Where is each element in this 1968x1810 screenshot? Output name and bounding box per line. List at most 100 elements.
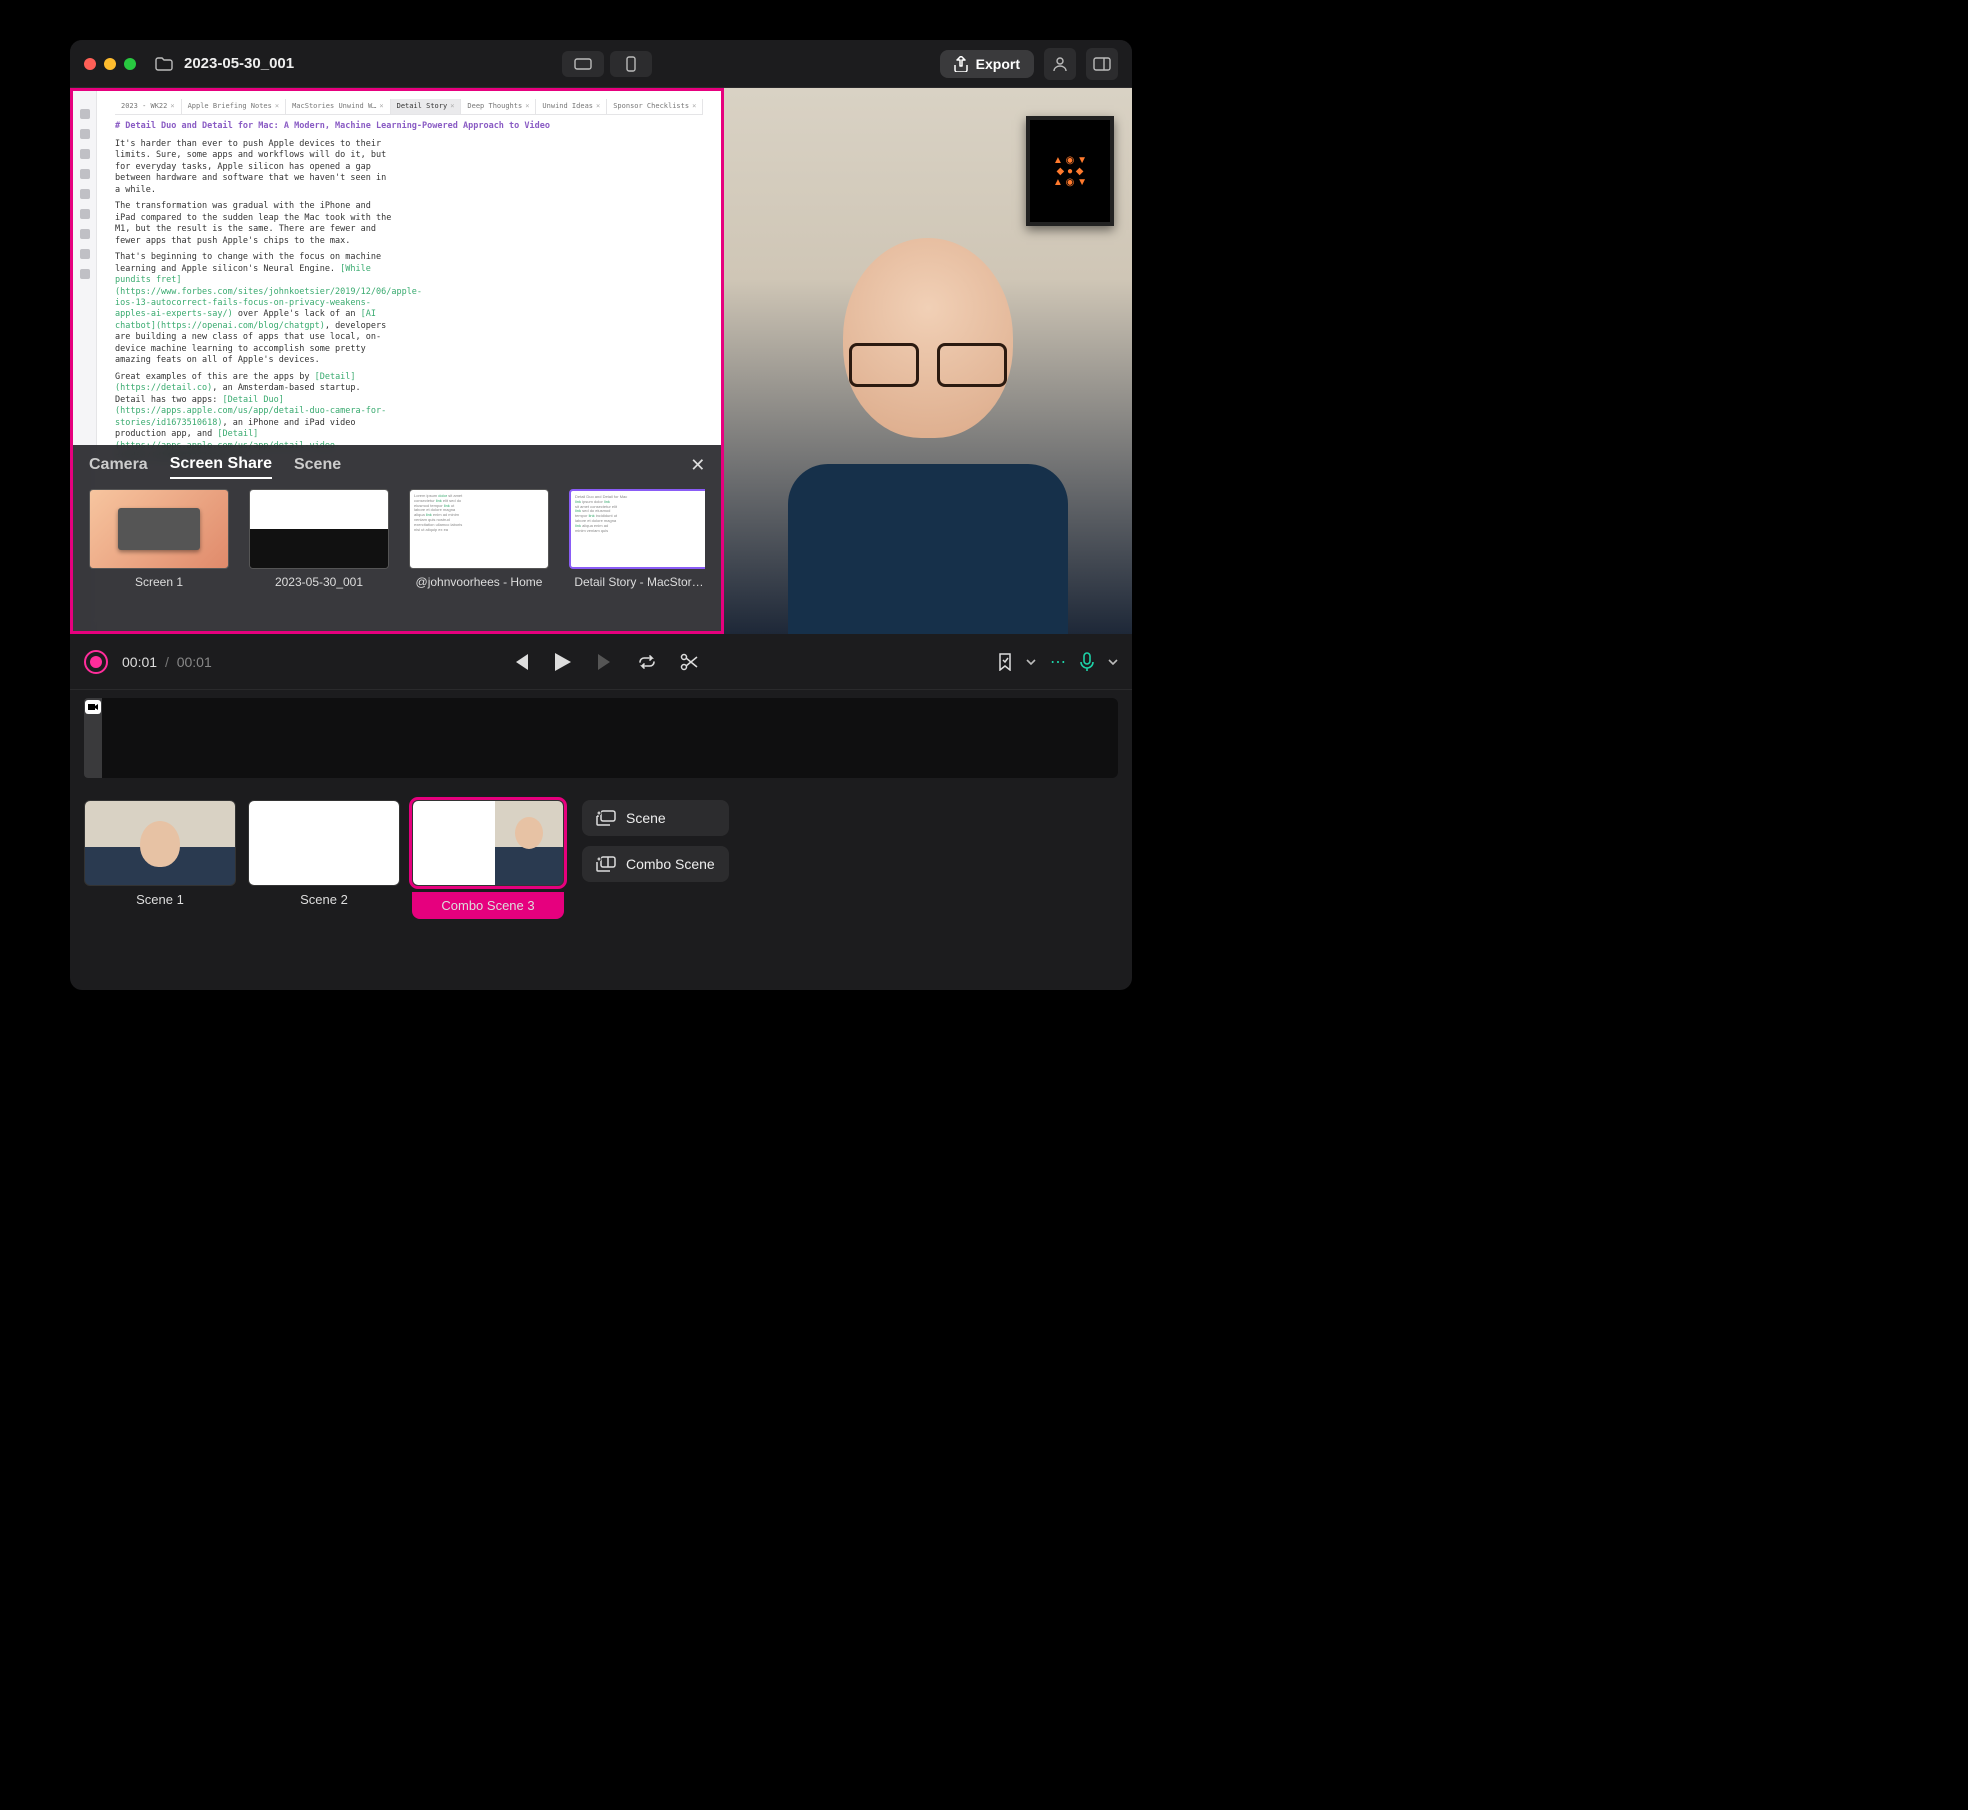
add-scene-icon <box>596 810 616 826</box>
doc-tab: MacStories Unwind W…× <box>286 99 391 114</box>
doc-paragraph: The transformation was gradual with the … <box>115 201 395 247</box>
current-time: 00:01 <box>122 654 157 670</box>
close-source-picker-button[interactable]: ✕ <box>690 455 705 476</box>
microphone-icon <box>1080 652 1094 672</box>
scissors-icon <box>680 653 698 671</box>
sidebar-toggle-button[interactable] <box>1086 48 1118 80</box>
sidebar-icon <box>1093 57 1111 71</box>
person-torso <box>788 464 1068 634</box>
skip-forward-button[interactable] <box>594 651 616 673</box>
scene-thumbnail <box>248 800 400 886</box>
cut-button[interactable] <box>678 651 700 673</box>
doc-tab: Sponsor Checklists× <box>607 99 703 114</box>
add-combo-scene-label: Combo Scene <box>626 856 715 872</box>
source-label: 2023-05-30_001 <box>275 575 363 589</box>
time-separator: / <box>165 654 169 670</box>
chevron-down-icon <box>1108 659 1118 665</box>
scene-card[interactable]: Scene 1 <box>84 800 236 907</box>
marker-menu-button[interactable] <box>1026 659 1036 665</box>
scene-label: Combo Scene 3 <box>412 892 564 919</box>
loop-button[interactable] <box>636 651 658 673</box>
project-folder-icon <box>154 54 174 74</box>
source-thumbnail: Detail Duo and Detail for Maclink ipsum … <box>569 489 705 569</box>
camera-preview: ▲ ◉ ▼◆ ● ◆▲ ◉ ▼ <box>724 88 1132 634</box>
source-tab-camera[interactable]: Camera <box>89 456 148 478</box>
source-thumbnail: Lorem ipsum dolor sit ametconsectetur li… <box>409 489 549 569</box>
skip-back-icon <box>512 654 530 670</box>
portrait-toggle[interactable] <box>610 51 652 77</box>
source-item-selected[interactable]: Detail Duo and Detail for Maclink ipsum … <box>569 489 705 589</box>
time-display: 00:01 / 00:01 <box>122 654 212 670</box>
record-button[interactable] <box>84 650 108 674</box>
doc-tabs: 2023 - WK22× Apple Briefing Notes× MacSt… <box>115 99 703 115</box>
scene-thumbnail <box>84 800 236 886</box>
aspect-ratio-group <box>562 51 652 77</box>
doc-tab-active: Detail Story× <box>391 99 462 114</box>
source-thumbnail <box>249 489 389 569</box>
doc-tab: 2023 - WK22× <box>115 99 182 114</box>
landscape-toggle[interactable] <box>562 51 604 77</box>
scene-thumbnail <box>412 800 564 886</box>
play-button[interactable] <box>552 651 574 673</box>
source-item[interactable]: Screen 1 <box>89 489 229 589</box>
mic-button[interactable] <box>1080 652 1094 672</box>
transport-bar: 00:01 / 00:01 <box>70 634 1132 690</box>
add-scene-button[interactable]: Scene <box>582 800 729 836</box>
source-item[interactable]: Lorem ipsum dolor sit ametconsectetur li… <box>409 489 549 589</box>
right-tool-group: ⋯ <box>998 652 1118 672</box>
maximize-window-button[interactable] <box>124 58 136 70</box>
person-icon <box>1052 56 1068 72</box>
skip-forward-icon <box>596 654 614 670</box>
camera-badge-icon <box>85 700 101 714</box>
add-scene-label: Scene <box>626 810 666 826</box>
screenshare-preview: 2023 - WK22× Apple Briefing Notes× MacSt… <box>70 88 724 634</box>
glasses-icon <box>843 343 1013 383</box>
source-picker-panel: ✕ Camera Screen Share Scene Screen 1 202… <box>73 445 721 631</box>
source-tab-scene[interactable]: Scene <box>294 456 341 478</box>
app-window: 2023-05-30_001 Export <box>70 40 1132 990</box>
source-tab-screenshare[interactable]: Screen Share <box>170 455 272 479</box>
play-icon <box>555 653 571 671</box>
source-thumbnails: Screen 1 2023-05-30_001 Lorem ipsum dolo… <box>89 489 705 589</box>
timeline-track[interactable] <box>102 698 1118 778</box>
source-label: @johnvoorhees - Home <box>416 575 543 589</box>
timeline[interactable] <box>70 690 1132 786</box>
wall-art-icon: ▲ ◉ ▼◆ ● ◆▲ ◉ ▼ <box>1026 116 1114 226</box>
playback-controls <box>510 651 700 673</box>
source-label: Detail Story - MacStor… <box>574 575 703 589</box>
add-combo-scene-icon <box>596 856 616 872</box>
share-icon <box>954 56 968 72</box>
export-button[interactable]: Export <box>940 50 1034 78</box>
person-head <box>843 238 1013 438</box>
titlebar: 2023-05-30_001 Export <box>70 40 1132 88</box>
minimize-window-button[interactable] <box>104 58 116 70</box>
scene-card[interactable]: Scene 2 <box>248 800 400 907</box>
source-label: Screen 1 <box>135 575 183 589</box>
loop-icon <box>637 655 657 669</box>
doc-paragraph: It's harder than ever to push Apple devi… <box>115 139 395 196</box>
scenes-row: Scene 1 Scene 2 Combo Scene 3 Scene Comb… <box>70 786 1132 933</box>
project-title: 2023-05-30_001 <box>184 55 294 72</box>
chevron-down-icon <box>1026 659 1036 665</box>
close-window-button[interactable] <box>84 58 96 70</box>
scene-label: Scene 1 <box>136 892 184 907</box>
doc-paragraph: That's beginning to change with the focu… <box>115 252 395 367</box>
export-label: Export <box>976 56 1020 72</box>
doc-heading: # Detail Duo and Detail for Mac: A Moder… <box>115 121 703 132</box>
mic-menu-button[interactable] <box>1108 659 1118 665</box>
scene-card-active[interactable]: Combo Scene 3 <box>412 800 564 919</box>
more-button[interactable]: ⋯ <box>1050 652 1066 672</box>
source-thumbnail <box>89 489 229 569</box>
account-button[interactable] <box>1044 48 1076 80</box>
preview-area: 2023 - WK22× Apple Briefing Notes× MacSt… <box>70 88 1132 634</box>
doc-tab: Apple Briefing Notes× <box>182 99 287 114</box>
scene-actions: Scene Combo Scene <box>582 800 729 882</box>
doc-tab: Deep Thoughts× <box>461 99 536 114</box>
skip-back-button[interactable] <box>510 651 532 673</box>
source-item[interactable]: 2023-05-30_001 <box>249 489 389 589</box>
window-traffic-lights <box>84 58 136 70</box>
marker-button[interactable] <box>998 653 1012 671</box>
duration-time: 00:01 <box>177 654 212 670</box>
add-combo-scene-button[interactable]: Combo Scene <box>582 846 729 882</box>
doc-tab: Unwind Ideas× <box>536 99 607 114</box>
